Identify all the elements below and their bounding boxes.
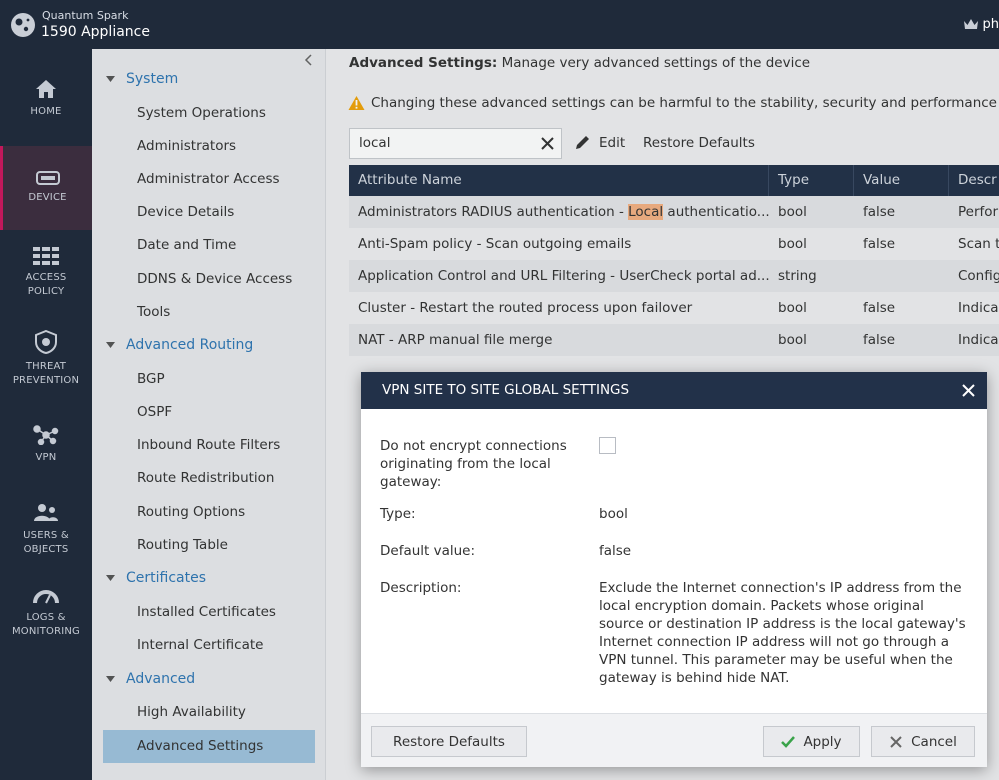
nav-vpn[interactable]: VPN (0, 425, 92, 475)
main-nav: HOME DEVICE ACCESS POLICY THREAT PREVENT… (0, 49, 92, 780)
default-value-label: Default value: (380, 543, 476, 559)
nav-label: THREAT PREVENTION (12, 361, 80, 386)
nav-label: DEVICE (28, 192, 67, 203)
cancel-button[interactable]: Cancel (871, 726, 975, 757)
type-label: Type: (380, 506, 416, 522)
top-bar: Quantum Spark 1590 Appliance ph (0, 0, 999, 49)
nav-access-policy[interactable]: ACCESS POLICY (0, 247, 92, 307)
nav-logs-monitoring[interactable]: LOGS & MONITORING (0, 589, 92, 649)
logs-monitoring-icon (33, 590, 59, 604)
do-not-encrypt-checkbox[interactable] (599, 437, 616, 454)
apply-button[interactable]: Apply (763, 726, 860, 757)
user-name: ph (982, 16, 999, 32)
access-policy-icon (33, 247, 59, 265)
home-icon (36, 80, 56, 98)
dialog-footer: Restore Defaults Apply Cancel (361, 713, 987, 767)
product-title: 1590 Appliance (41, 24, 150, 40)
vpn-global-settings-dialog: VPN SITE TO SITE GLOBAL SETTINGS Do not … (361, 372, 987, 767)
button-label: Restore Defaults (393, 733, 505, 750)
nav-users-objects[interactable]: USERS & OBJECTS (0, 503, 92, 563)
description-label: Description: (380, 580, 462, 596)
default-value: false (599, 543, 632, 559)
button-label: Cancel (911, 733, 957, 750)
restore-defaults-button[interactable]: Restore Defaults (371, 726, 527, 757)
nav-label: HOME (30, 106, 62, 117)
check-icon (781, 735, 796, 748)
close-icon[interactable] (962, 384, 975, 397)
users-objects-icon (34, 504, 58, 521)
nav-home[interactable]: HOME (0, 79, 92, 139)
nav-device[interactable]: DEVICE (0, 146, 92, 230)
nav-label: LOGS & MONITORING (11, 612, 81, 637)
nav-label: VPN (35, 452, 57, 463)
dialog-header: VPN SITE TO SITE GLOBAL SETTINGS (361, 372, 987, 409)
device-icon (35, 171, 60, 185)
type-value: bool (599, 506, 628, 522)
threat-prevention-icon (35, 330, 57, 354)
crown-icon (963, 19, 978, 29)
nav-label: ACCESS POLICY (25, 272, 67, 297)
product-subtitle: Quantum Spark (42, 9, 129, 22)
nav-threat-prevention[interactable]: THREAT PREVENTION (0, 330, 92, 390)
nav-label: USERS & OBJECTS (23, 530, 69, 555)
button-label: Apply (803, 733, 842, 750)
user-menu[interactable]: ph (963, 14, 999, 34)
description-text: Exclude the Internet connection's IP add… (599, 580, 966, 686)
field-label-do-not-encrypt: Do not encrypt connections originating f… (380, 438, 567, 490)
dialog-title: VPN SITE TO SITE GLOBAL SETTINGS (382, 382, 630, 398)
x-icon (890, 735, 902, 748)
logo-icon (11, 13, 35, 37)
vpn-icon (33, 425, 59, 445)
